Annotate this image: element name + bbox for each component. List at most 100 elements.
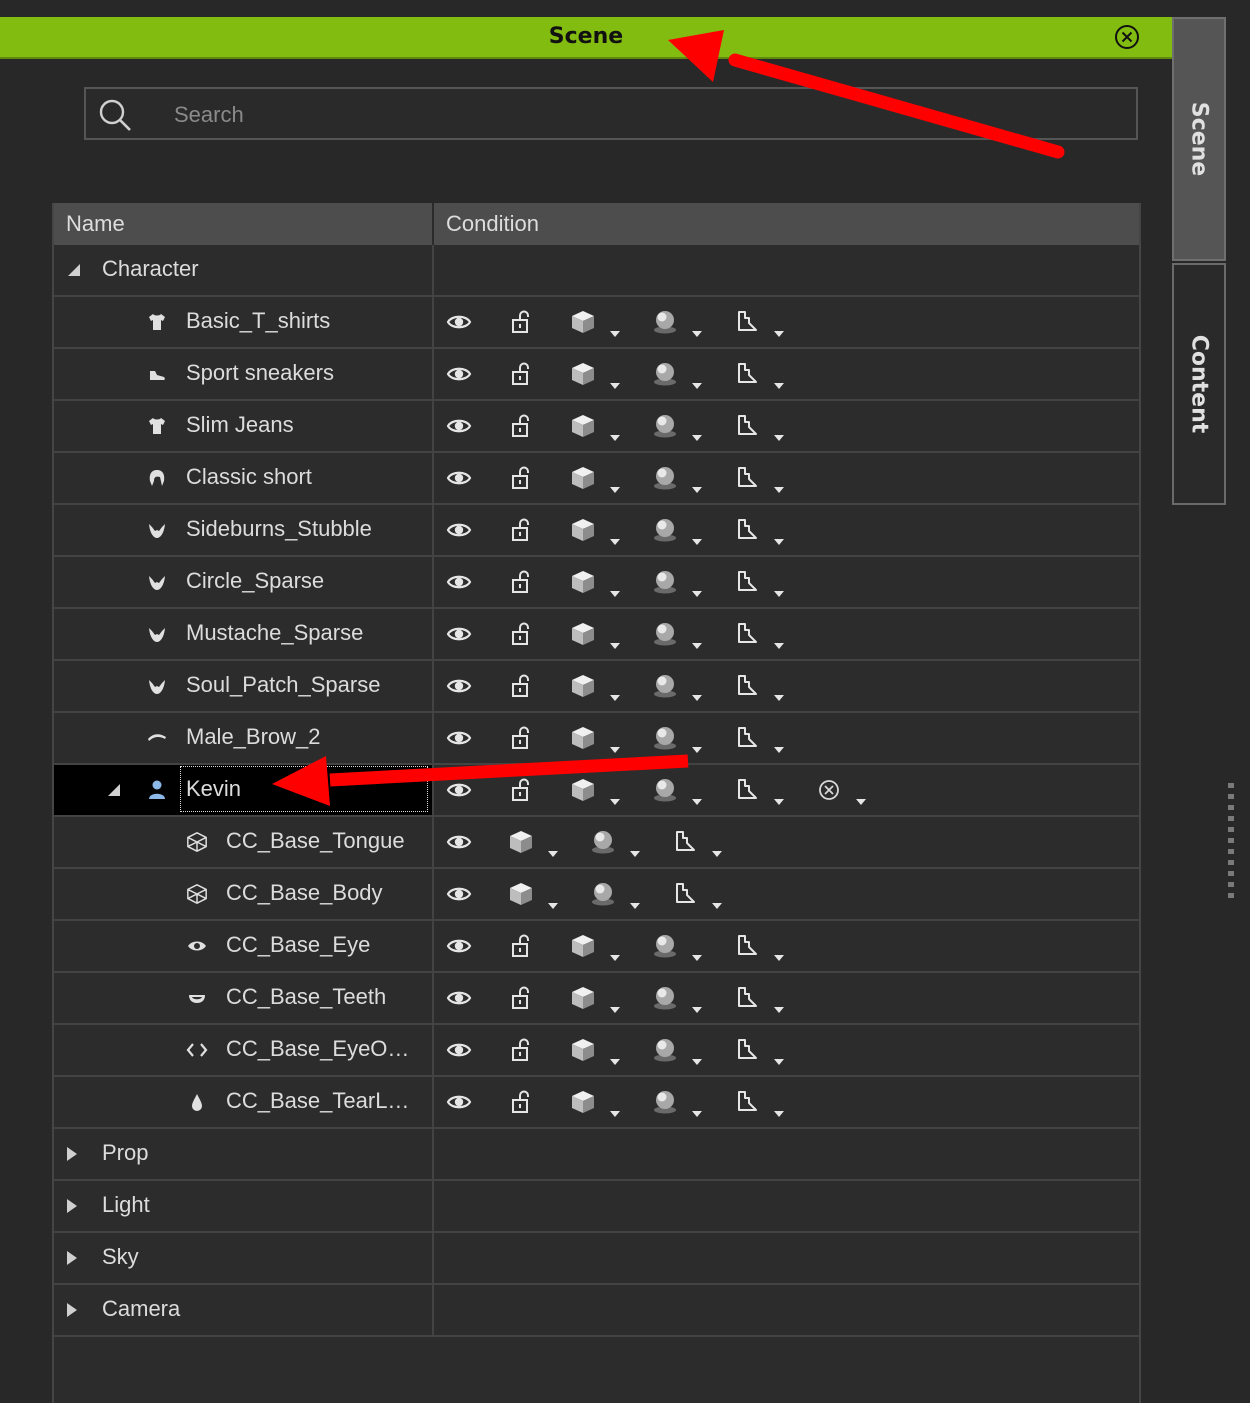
tree-row-item[interactable]: Classic short <box>54 453 1139 505</box>
column-header-name[interactable]: Name <box>66 203 125 245</box>
tree-row-item[interactable]: Slim Jeans <box>54 401 1139 453</box>
cube-dropdown-icon[interactable] <box>610 486 620 494</box>
search-box[interactable] <box>84 87 1138 140</box>
tree-row-item[interactable]: Soul_Patch_Sparse <box>54 661 1139 713</box>
cube-dropdown-icon[interactable] <box>610 1006 620 1014</box>
mesh-cube-icon[interactable] <box>570 569 596 595</box>
uv-icon[interactable] <box>734 985 760 1011</box>
visibility-eye-icon[interactable] <box>446 933 472 959</box>
material-sphere-icon[interactable] <box>652 361 678 387</box>
sphere-dropdown-icon[interactable] <box>692 642 702 650</box>
tab-content[interactable]: Content <box>1172 263 1226 505</box>
mesh-cube-icon[interactable] <box>570 1089 596 1115</box>
visibility-eye-icon[interactable] <box>446 829 472 855</box>
material-sphere-icon[interactable] <box>590 881 616 907</box>
sphere-dropdown-icon[interactable] <box>692 382 702 390</box>
material-sphere-icon[interactable] <box>652 569 678 595</box>
tree-row-kevin-child[interactable]: CC_Base_Body <box>54 869 1139 921</box>
column-divider[interactable] <box>432 203 434 245</box>
visibility-eye-icon[interactable] <box>446 465 472 491</box>
mesh-cube-icon[interactable] <box>570 725 596 751</box>
uv-icon[interactable] <box>734 361 760 387</box>
uv-dropdown-icon[interactable] <box>712 850 722 858</box>
tree-row-item[interactable]: Circle_Sparse <box>54 557 1139 609</box>
material-sphere-icon[interactable] <box>652 985 678 1011</box>
uv-dropdown-icon[interactable] <box>774 642 784 650</box>
cube-dropdown-icon[interactable] <box>610 746 620 754</box>
mesh-cube-icon[interactable] <box>570 1037 596 1063</box>
uv-icon[interactable] <box>734 673 760 699</box>
uv-icon[interactable] <box>734 413 760 439</box>
uv-dropdown-icon[interactable] <box>774 382 784 390</box>
expand-triangle-icon[interactable] <box>64 1302 80 1318</box>
cube-dropdown-icon[interactable] <box>610 642 620 650</box>
material-sphere-icon[interactable] <box>652 777 678 803</box>
tree-row-item[interactable]: Male_Brow_2 <box>54 713 1139 765</box>
cube-dropdown-icon[interactable] <box>610 590 620 598</box>
sphere-dropdown-icon[interactable] <box>692 954 702 962</box>
tree-row-kevin-child[interactable]: CC_Base_Eye <box>54 921 1139 973</box>
sphere-dropdown-icon[interactable] <box>692 330 702 338</box>
uv-icon[interactable] <box>734 465 760 491</box>
sphere-dropdown-icon[interactable] <box>630 902 640 910</box>
clear-x-icon[interactable] <box>816 777 842 803</box>
visibility-eye-icon[interactable] <box>446 673 472 699</box>
visibility-eye-icon[interactable] <box>446 517 472 543</box>
uv-icon[interactable] <box>734 621 760 647</box>
lock-icon[interactable] <box>508 985 534 1011</box>
tree-row-kevin-child[interactable]: CC_Base_Teeth <box>54 973 1139 1025</box>
uv-icon[interactable] <box>734 1089 760 1115</box>
lock-icon[interactable] <box>508 465 534 491</box>
tree-row-sky[interactable]: Sky <box>54 1233 1139 1285</box>
expand-triangle-icon[interactable] <box>64 1146 80 1162</box>
uv-dropdown-icon[interactable] <box>774 1110 784 1118</box>
uv-icon[interactable] <box>734 777 760 803</box>
expand-triangle-icon[interactable] <box>64 1198 80 1214</box>
uv-dropdown-icon[interactable] <box>774 486 784 494</box>
sphere-dropdown-icon[interactable] <box>630 850 640 858</box>
tree-row-kevin[interactable]: Kevin <box>54 765 1139 817</box>
material-sphere-icon[interactable] <box>652 309 678 335</box>
cube-dropdown-icon[interactable] <box>610 330 620 338</box>
uv-dropdown-icon[interactable] <box>774 746 784 754</box>
collapse-triangle-icon[interactable] <box>106 782 122 798</box>
cube-dropdown-icon[interactable] <box>548 850 558 858</box>
mesh-cube-icon[interactable] <box>570 673 596 699</box>
visibility-eye-icon[interactable] <box>446 569 472 595</box>
search-input[interactable] <box>172 97 1076 133</box>
uv-dropdown-icon[interactable] <box>774 538 784 546</box>
material-sphere-icon[interactable] <box>652 517 678 543</box>
uv-dropdown-icon[interactable] <box>774 798 784 806</box>
uv-icon[interactable] <box>734 517 760 543</box>
mesh-cube-icon[interactable] <box>570 361 596 387</box>
uv-icon[interactable] <box>734 725 760 751</box>
visibility-eye-icon[interactable] <box>446 985 472 1011</box>
cube-dropdown-icon[interactable] <box>610 1058 620 1066</box>
cube-dropdown-icon[interactable] <box>610 382 620 390</box>
visibility-eye-icon[interactable] <box>446 881 472 907</box>
material-sphere-icon[interactable] <box>652 673 678 699</box>
mesh-cube-icon[interactable] <box>570 777 596 803</box>
lock-icon[interactable] <box>508 413 534 439</box>
mesh-cube-icon[interactable] <box>570 465 596 491</box>
visibility-eye-icon[interactable] <box>446 413 472 439</box>
cube-dropdown-icon[interactable] <box>610 954 620 962</box>
mesh-cube-icon[interactable] <box>570 621 596 647</box>
sphere-dropdown-icon[interactable] <box>692 694 702 702</box>
sphere-dropdown-icon[interactable] <box>692 746 702 754</box>
visibility-eye-icon[interactable] <box>446 621 472 647</box>
cube-dropdown-icon[interactable] <box>548 902 558 910</box>
lock-icon[interactable] <box>508 621 534 647</box>
uv-dropdown-icon[interactable] <box>774 590 784 598</box>
sphere-dropdown-icon[interactable] <box>692 486 702 494</box>
tree-row-item[interactable]: Sport sneakers <box>54 349 1139 401</box>
visibility-eye-icon[interactable] <box>446 309 472 335</box>
clear-dropdown-icon[interactable] <box>856 798 866 806</box>
cube-dropdown-icon[interactable] <box>610 798 620 806</box>
lock-icon[interactable] <box>508 569 534 595</box>
uv-dropdown-icon[interactable] <box>774 330 784 338</box>
mesh-cube-icon[interactable] <box>570 413 596 439</box>
sphere-dropdown-icon[interactable] <box>692 1110 702 1118</box>
uv-icon[interactable] <box>734 309 760 335</box>
visibility-eye-icon[interactable] <box>446 777 472 803</box>
